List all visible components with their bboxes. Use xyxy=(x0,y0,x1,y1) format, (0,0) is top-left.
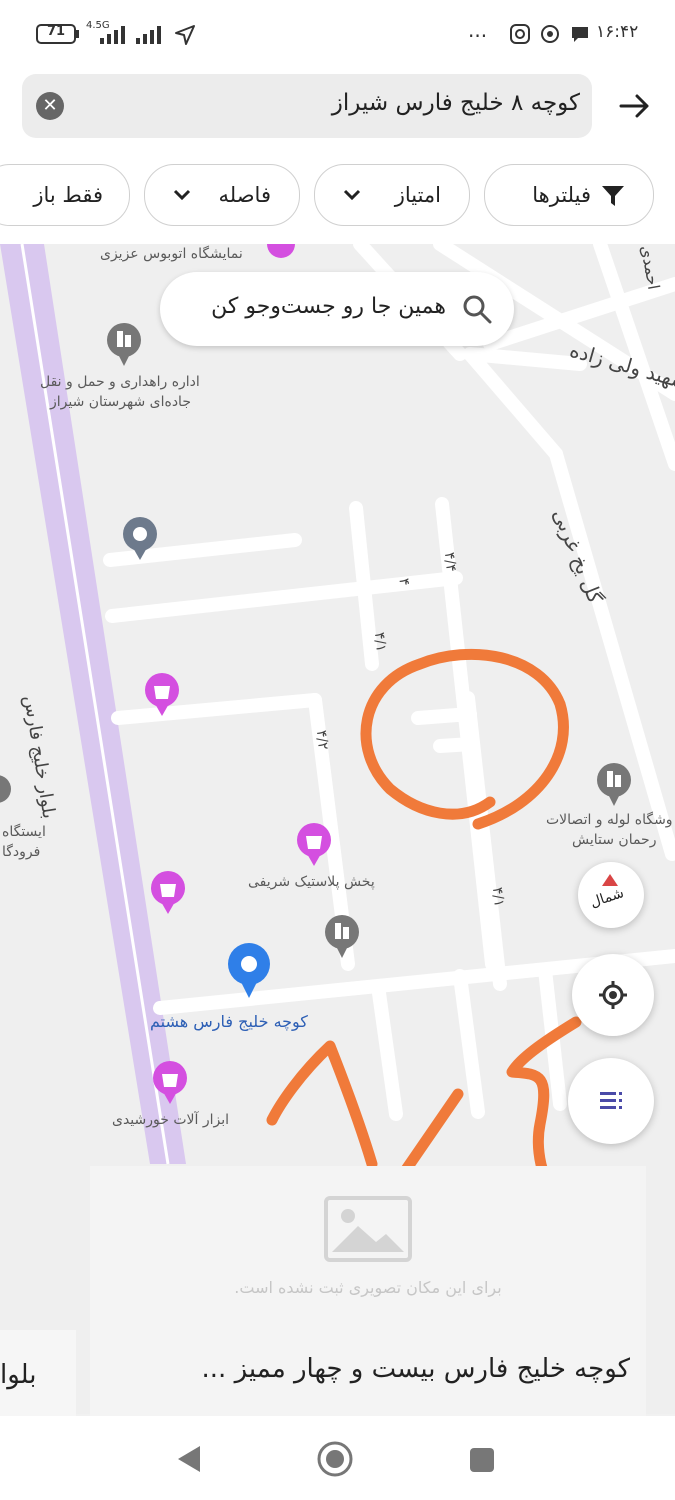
next-result-card[interactable]: بلوا xyxy=(0,1330,76,1416)
search-query[interactable]: کوچه ۸ خلیج فارس شیراز xyxy=(332,90,580,116)
home-nav-icon[interactable] xyxy=(316,1440,354,1478)
search-header: ✕ کوچه ۸ خلیج فارس شیراز xyxy=(0,66,675,152)
rating-chip[interactable]: امتیاز xyxy=(314,164,470,226)
compass-button[interactable]: شمال xyxy=(578,862,644,928)
image-placeholder-icon xyxy=(324,1196,412,1262)
signal-icon xyxy=(136,26,161,44)
signal-icon xyxy=(100,26,125,44)
chevron-down-icon xyxy=(173,189,191,201)
open-only-label: فقط باز xyxy=(33,183,103,207)
battery-level: 71 xyxy=(47,24,66,39)
more-dots: ... xyxy=(468,18,488,42)
circle-annotation xyxy=(360,648,569,830)
compass-label: شمال xyxy=(588,885,626,911)
message-icon xyxy=(572,27,588,42)
close-icon[interactable]: ✕ xyxy=(36,92,64,120)
filters-chip[interactable]: فیلترها xyxy=(484,164,654,226)
system-nav-bar xyxy=(0,1416,675,1500)
chevron-down-icon xyxy=(343,189,361,201)
list-view-button[interactable] xyxy=(568,1058,654,1144)
filters-label: فیلترها xyxy=(532,183,591,207)
place-title[interactable]: کوچه خلیج فارس بیست و چهار ممیز ... xyxy=(90,1354,630,1384)
location-arrow-icon xyxy=(175,25,195,45)
chrome-icon xyxy=(541,25,559,43)
open-only-chip[interactable]: فقط باز xyxy=(0,164,130,226)
distance-label: فاصله xyxy=(218,183,271,207)
instagram-icon xyxy=(510,24,530,44)
recents-nav-icon[interactable] xyxy=(468,1446,496,1474)
digit-four xyxy=(506,1016,582,1180)
digit-eight xyxy=(266,1040,378,1170)
search-this-area-button[interactable]: همین جا رو جست‌وجو کن xyxy=(160,272,514,346)
rating-label: امتیاز xyxy=(394,183,441,207)
filter-icon xyxy=(602,186,624,206)
back-nav-icon[interactable] xyxy=(176,1444,202,1474)
search-this-area-label: همین جا رو جست‌وجو کن xyxy=(211,294,446,319)
search-input[interactable]: ✕ کوچه ۸ خلیج فارس شیراز xyxy=(22,74,592,138)
arrow-forward-icon[interactable] xyxy=(619,90,651,122)
list-icon xyxy=(600,1092,622,1109)
my-location-button[interactable] xyxy=(572,954,654,1036)
status-bar: 71 4.5G ... ۱۶:۴۲ xyxy=(0,0,675,66)
search-icon xyxy=(463,295,492,324)
no-image-text: برای این مکان تصویری ثبت نشده است. xyxy=(234,1278,502,1297)
clock: ۱۶:۴۲ xyxy=(596,22,639,42)
place-result-card[interactable]: برای این مکان تصویری ثبت نشده است. کوچه … xyxy=(90,1166,646,1416)
crosshair-icon xyxy=(599,981,627,1009)
filter-chips: فیلترها امتیاز فاصله فقط باز xyxy=(0,152,675,245)
distance-chip[interactable]: فاصله xyxy=(144,164,300,226)
next-place-title[interactable]: بلوا xyxy=(0,1360,37,1390)
